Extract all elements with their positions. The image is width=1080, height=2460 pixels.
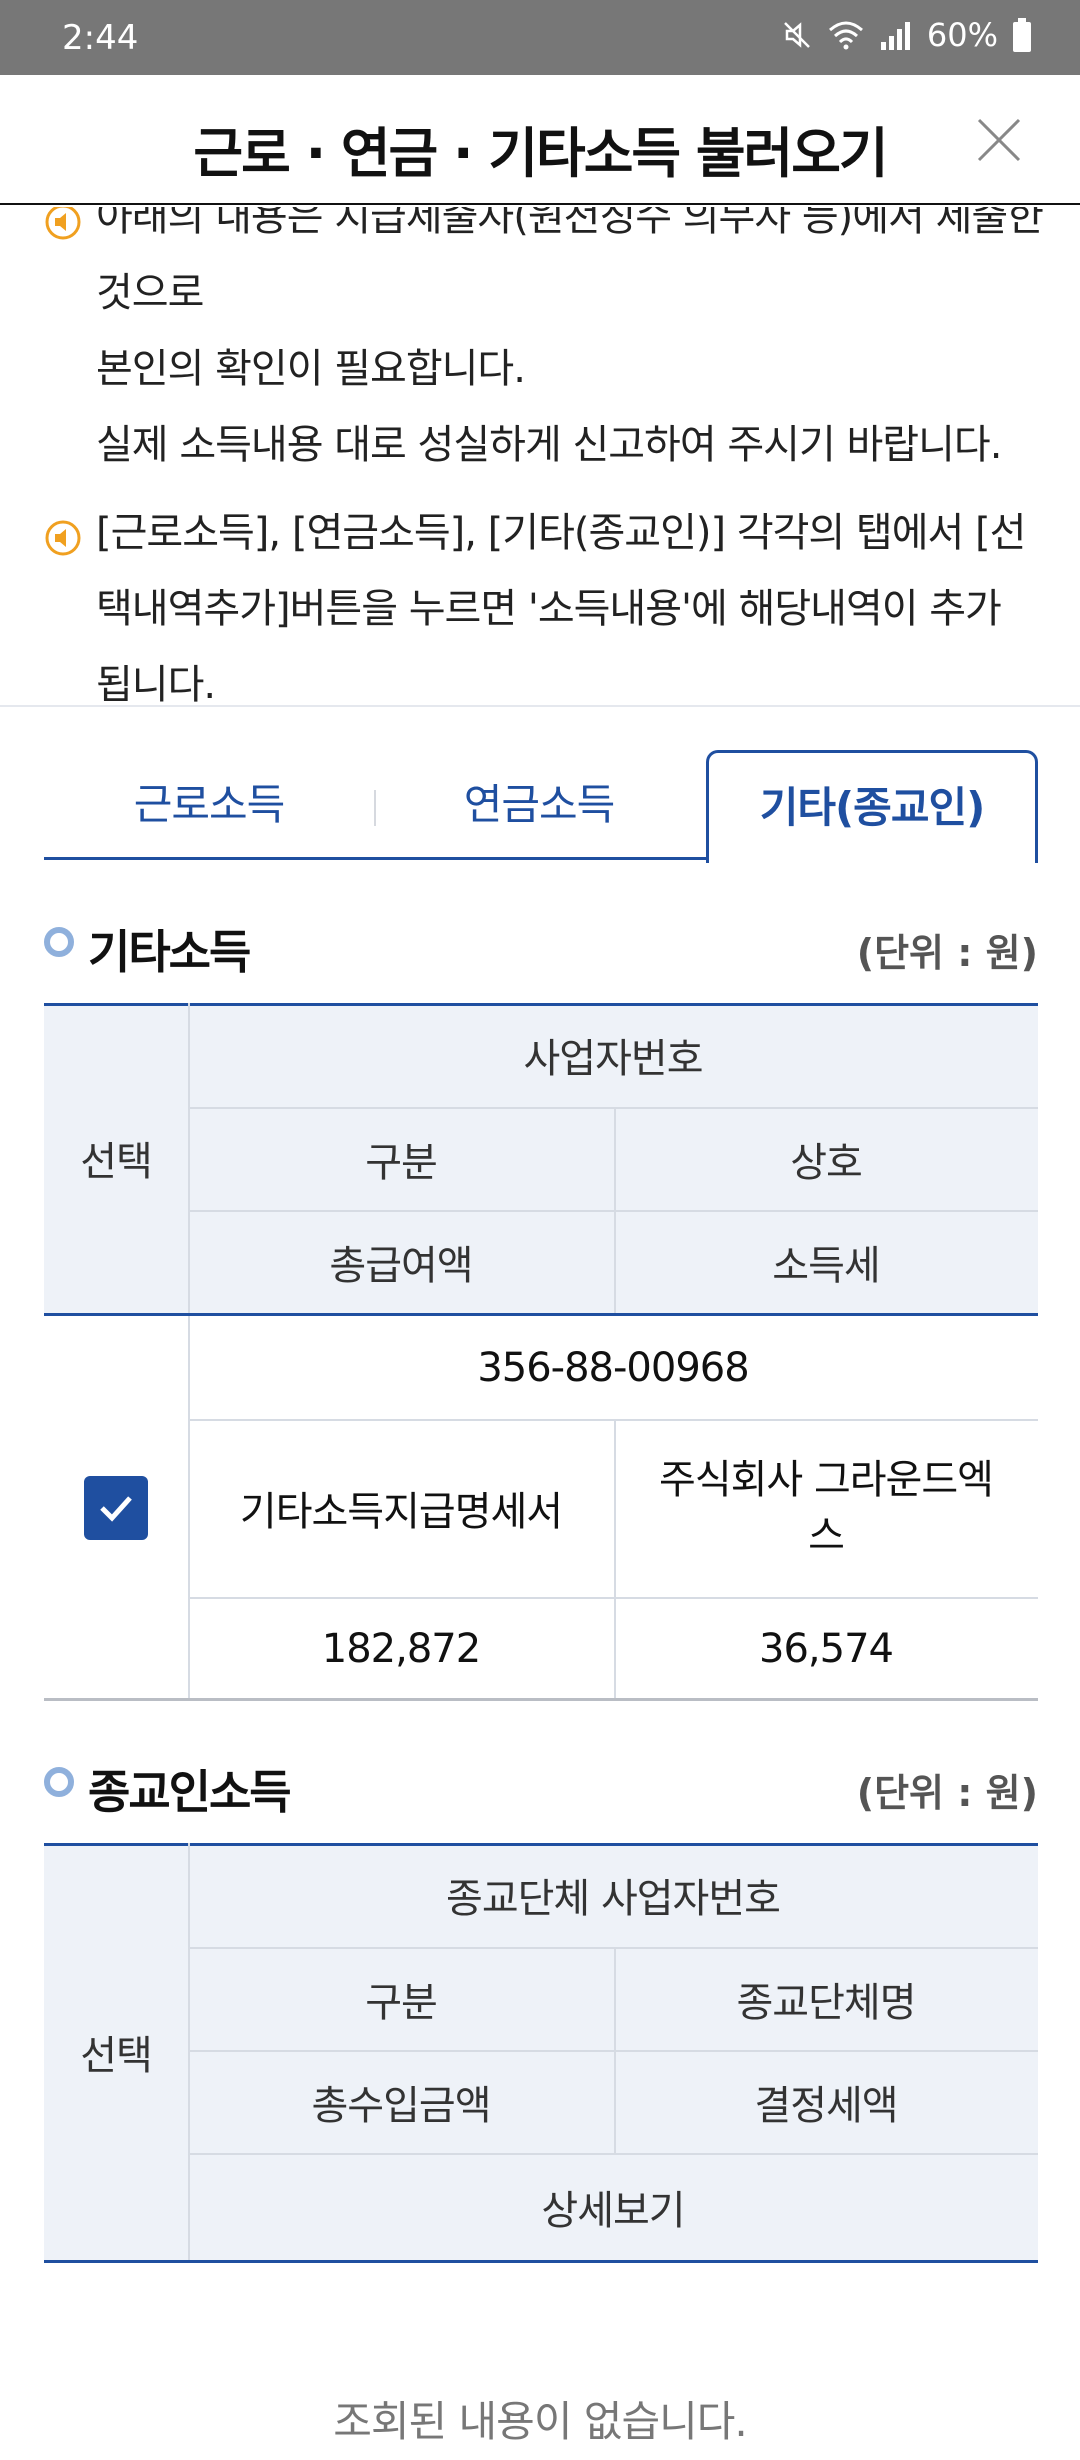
col-header-religious-business-no: 종교단체 사업자번호	[188, 1843, 1038, 1947]
col-header-category: 구분	[188, 1107, 614, 1210]
grid-line	[188, 2050, 1038, 2052]
table-bottom-border	[44, 1698, 1038, 1701]
battery-percent: 60%	[926, 16, 998, 54]
col-header-org-name: 종교단체명	[614, 1947, 1038, 2050]
tab-other-religious[interactable]: 기타(종교인)	[706, 750, 1038, 863]
income-tabs: 근로소득 연금소득 기타(종교인)	[44, 750, 1038, 863]
speaker-icon	[45, 520, 81, 556]
close-button[interactable]	[974, 115, 1024, 165]
grid-line	[188, 1597, 1038, 1599]
bullet-icon	[44, 927, 74, 957]
company-name-line: 스	[808, 1513, 845, 1559]
col-header-select: 선택	[44, 1843, 188, 2261]
grid-line	[188, 1947, 1038, 1949]
page-header: 근로 · 연금 · 기타소득 불러오기	[0, 75, 1080, 205]
col-header-total-income: 총수입금액	[188, 2050, 614, 2153]
status-bar: 2:44 60%	[0, 0, 1080, 75]
notice-box: 아래의 내용은 지급제출자(원천징수 의무자 등)에서 제출한 것으로 본인의 …	[0, 207, 1080, 707]
close-icon	[977, 118, 1021, 162]
speaker-icon	[45, 207, 81, 240]
grid-line	[614, 1947, 616, 2153]
cell-category: 기타소득지급명세서	[239, 1489, 563, 1535]
table-top-border	[44, 1843, 1038, 1846]
unit-label: (단위 : 원)	[856, 931, 1038, 975]
notice-line: 택내역추가]버튼을 누르면 '소득내용'에 해당내역이 추가	[96, 586, 1002, 632]
wifi-icon	[827, 20, 865, 50]
col-header-decided-tax: 결정세액	[614, 2050, 1038, 2153]
col-header-business-no: 사업자번호	[188, 1003, 1038, 1107]
col-header-company: 상호	[614, 1107, 1038, 1210]
notice-line: 본인의 확인이 필요합니다.	[96, 346, 526, 392]
battery-icon	[1012, 18, 1032, 52]
cell-income-tax: 36,574	[759, 1625, 894, 1672]
signal-icon	[879, 20, 913, 50]
table-top-border	[44, 1003, 1038, 1006]
company-name-line: 주식회사 그라운드엑	[659, 1457, 994, 1503]
section-title: 기타소득	[88, 925, 251, 979]
unit-label: (단위 : 원)	[856, 1771, 1038, 1815]
grid-line	[614, 1419, 616, 1700]
grid-line	[188, 1107, 1038, 1109]
other-income-table: 선택 사업자번호 구분 상호 총급여액 소득세 356-88-00968 기타소…	[44, 1003, 1038, 1701]
col-header-select: 선택	[44, 1003, 188, 1313]
header-bottom-border	[44, 2260, 1038, 2263]
section-title: 종교인소득	[88, 1765, 292, 1819]
checkmark-icon	[100, 1496, 132, 1522]
status-time: 2:44	[62, 18, 139, 58]
header-bottom-border	[44, 1313, 1038, 1316]
notice-line: 실제 소득내용 대로 성실하게 신고하여 주시기 바랍니다.	[96, 422, 1002, 468]
col-header-detail: 상세보기	[188, 2153, 1038, 2261]
other-income-section-header: 기타소득 (단위 : 원)	[44, 912, 1038, 979]
grid-line	[188, 1419, 1038, 1421]
notice-item: 아래의 내용은 지급제출자(원천징수 의무자 등)에서 제출한 것으로 본인의 …	[44, 207, 1044, 483]
col-header-income-tax: 소득세	[614, 1210, 1038, 1313]
religious-income-section-header: 종교인소득 (단위 : 원)	[44, 1752, 1038, 1819]
row-select-cell	[44, 1316, 188, 1700]
col-header-category: 구분	[188, 1947, 614, 2050]
mute-icon	[781, 19, 813, 51]
notice-item: [근로소득], [연금소득], [기타(종교인)] 각각의 탭에서 [선 택내역…	[44, 495, 1044, 707]
notice-line: [근로소득], [연금소득], [기타(종교인)] 각각의 탭에서 [선	[96, 510, 1026, 556]
tab-pension-income[interactable]: 연금소득	[374, 750, 704, 860]
tab-earned-income[interactable]: 근로소득	[44, 750, 374, 860]
grid-line	[614, 1107, 616, 1313]
cell-total-pay: 182,872	[321, 1625, 481, 1672]
religious-income-table: 선택 종교단체 사업자번호 구분 종교단체명 총수입금액 결정세액 상세보기	[44, 1843, 1038, 2263]
cell-company: 주식회사 그라운드엑 스	[614, 1419, 1038, 1597]
notice-line: 됩니다.	[96, 662, 216, 707]
bullet-icon	[44, 1767, 74, 1797]
grid-line	[188, 1843, 190, 2261]
grid-line	[188, 2153, 1038, 2155]
notice-line: 아래의 내용은 지급제출자(원천징수 의무자 등)에서 제출한 것으로	[96, 207, 1044, 316]
grid-line	[188, 1210, 1038, 1212]
cell-business-no: 356-88-00968	[477, 1344, 749, 1391]
col-header-total-pay: 총급여액	[188, 1210, 614, 1313]
empty-message: 조회된 내용이 없습니다.	[333, 2397, 747, 2446]
row-checkbox[interactable]	[84, 1476, 148, 1540]
page-title: 근로 · 연금 · 기타소득 불러오기	[193, 122, 888, 185]
